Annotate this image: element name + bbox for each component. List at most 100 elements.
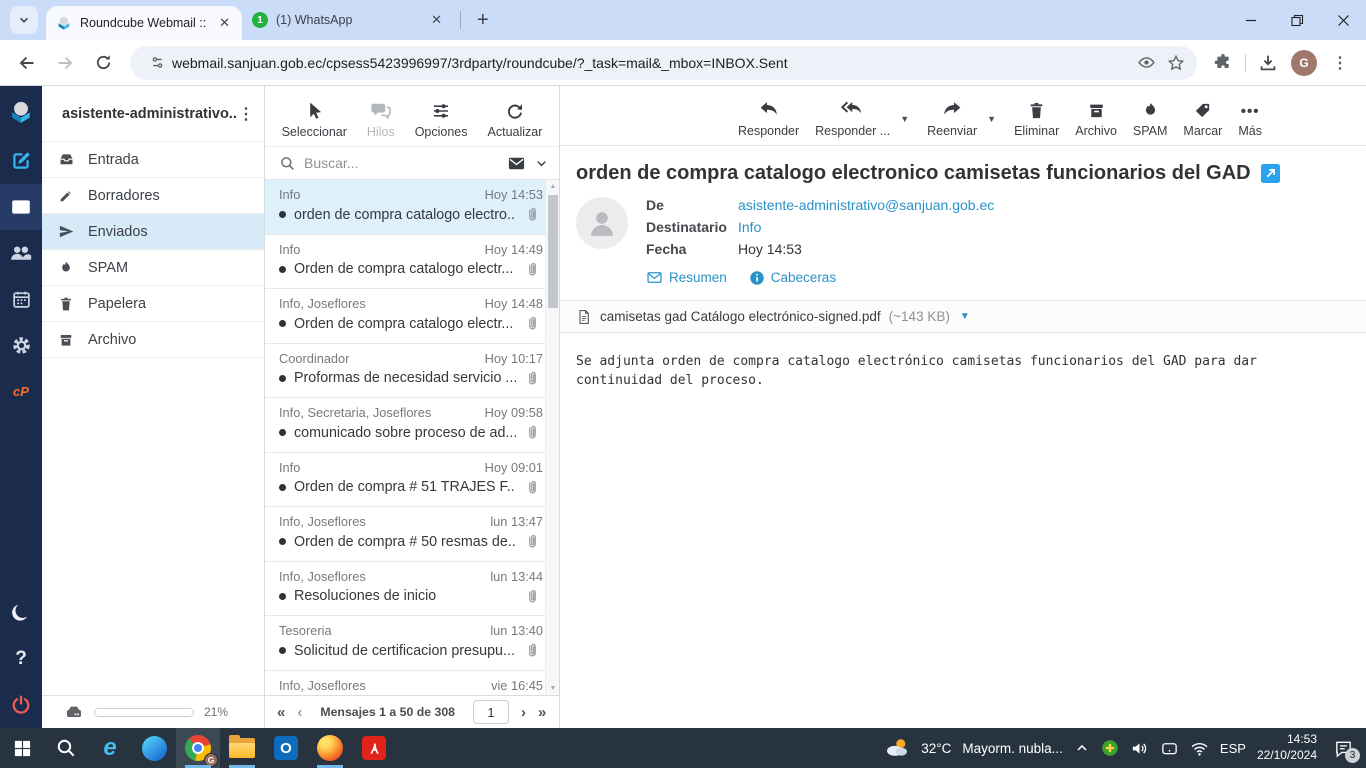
antivirus-icon[interactable]	[1101, 739, 1119, 757]
volume-icon[interactable]	[1130, 739, 1149, 758]
minimize-button[interactable]	[1228, 0, 1274, 40]
downloads-icon[interactable]	[1252, 47, 1284, 79]
threads-button[interactable]: Hilos	[367, 99, 395, 139]
taskbar-search-button[interactable]	[44, 728, 88, 768]
tab-close-icon[interactable]: ✕	[217, 15, 232, 31]
close-button[interactable]	[1320, 0, 1366, 40]
prev-page-button[interactable]: ‹	[297, 705, 302, 720]
site-settings-icon[interactable]	[142, 48, 172, 78]
scrollbar-thumb[interactable]	[548, 195, 558, 308]
mark-button[interactable]: Marcar	[1183, 98, 1222, 138]
acrobat-icon[interactable]	[352, 728, 396, 768]
tab-roundcube[interactable]: Roundcube Webmail :: Enviados ✕	[46, 6, 242, 40]
sidebar-item-papelera[interactable]: Papelera	[42, 286, 264, 322]
refresh-button[interactable]: Actualizar	[488, 99, 542, 139]
action-center-button[interactable]: 3	[1328, 733, 1360, 763]
forward-button[interactable]	[49, 47, 81, 79]
list-scrollbar[interactable]: ▲ ▼	[545, 180, 559, 695]
wifi-icon[interactable]	[1190, 739, 1209, 758]
display-connect-icon[interactable]	[1160, 739, 1179, 758]
more-button[interactable]: ••• Más	[1238, 98, 1262, 138]
weather-icon[interactable]	[884, 735, 910, 761]
message-row[interactable]: Info Hoy 09:01 Orden de compra # 51 TRAJE…	[265, 453, 545, 507]
reply-all-button[interactable]: Responder ...	[815, 98, 890, 138]
sidebar-item-spam[interactable]: SPAM	[42, 250, 264, 286]
url-text[interactable]: webmail.sanjuan.gob.ec/cpsess5423996997/…	[172, 55, 1131, 71]
last-page-button[interactable]: »	[538, 705, 546, 720]
search-scope-envelope-icon[interactable]	[507, 154, 526, 173]
profile-avatar[interactable]: G	[1288, 47, 1320, 79]
file-explorer-icon[interactable]	[220, 728, 264, 768]
edge-icon[interactable]	[132, 728, 176, 768]
sidebar-item-borradores[interactable]: Borradores	[42, 178, 264, 214]
sidebar-item-archivo[interactable]: Archivo	[42, 322, 264, 358]
search-input[interactable]	[304, 155, 499, 171]
message-row[interactable]: Info, Joseflores Hoy 14:48 Orden de compr…	[265, 289, 545, 344]
bookmark-star-icon[interactable]	[1161, 48, 1191, 78]
reply-all-menu-caret[interactable]: ▼	[900, 114, 909, 124]
browser-menu-icon[interactable]: ⋮	[1324, 47, 1356, 79]
internet-explorer-icon[interactable]: e	[88, 728, 132, 768]
archive-button[interactable]: Archivo	[1075, 98, 1117, 138]
account-menu-icon[interactable]: ⋮	[238, 104, 254, 124]
page-number-input[interactable]	[473, 700, 510, 724]
weather-temp[interactable]: 32°C	[921, 741, 951, 756]
reply-button[interactable]: Responder	[738, 98, 799, 138]
next-page-button[interactable]: ›	[521, 705, 526, 720]
firefox-icon[interactable]	[308, 728, 352, 768]
address-bar[interactable]: webmail.sanjuan.gob.ec/cpsess5423996997/…	[130, 45, 1197, 80]
message-row[interactable]: Info, Secretaria, Joseflores Hoy 09:58 co…	[265, 398, 545, 453]
attachment-name[interactable]: camisetas gad Catálogo electrónico-signe…	[600, 309, 881, 324]
options-button[interactable]: Opciones	[415, 99, 468, 139]
taskbar-clock[interactable]: 14:53 22/10/2024	[1257, 732, 1317, 763]
scroll-up-arrow[interactable]: ▲	[546, 183, 559, 190]
select-button[interactable]: Seleccionar	[282, 99, 347, 139]
tab-search-button[interactable]	[10, 6, 38, 34]
sidebar-item-enviados[interactable]: Enviados	[42, 214, 264, 250]
message-row[interactable]: Coordinador Hoy 10:17 Proformas de necesi…	[265, 344, 545, 398]
tab-close-icon[interactable]: ✕	[429, 12, 444, 28]
calendar-nav-button[interactable]	[0, 276, 42, 322]
forward-menu-caret[interactable]: ▼	[987, 114, 996, 124]
to-address[interactable]: Info	[738, 219, 994, 235]
restore-button[interactable]	[1274, 0, 1320, 40]
search-options-chevron-icon[interactable]	[534, 156, 549, 171]
dark-mode-button[interactable]	[0, 590, 42, 636]
chrome-icon[interactable]: G	[176, 728, 220, 768]
spam-button[interactable]: SPAM	[1133, 98, 1167, 138]
start-button[interactable]	[0, 728, 44, 768]
preview-eye-icon[interactable]	[1131, 48, 1161, 78]
extensions-icon[interactable]	[1207, 47, 1239, 79]
scroll-down-arrow[interactable]: ▼	[546, 685, 559, 692]
cpanel-button[interactable]: cP	[0, 368, 42, 414]
settings-nav-button[interactable]	[0, 322, 42, 368]
mail-nav-button[interactable]	[0, 184, 42, 230]
attachment-bar[interactable]: camisetas gad Catálogo electrónico-signe…	[560, 300, 1366, 333]
logout-button[interactable]	[0, 682, 42, 728]
new-tab-button[interactable]: +	[467, 9, 499, 32]
from-address[interactable]: asistente-administrativo@sanjuan.gob.ec	[738, 197, 994, 213]
tray-expand-chevron-icon[interactable]	[1074, 740, 1090, 756]
open-external-icon[interactable]	[1260, 164, 1280, 183]
forward-button[interactable]: Reenviar	[927, 98, 977, 138]
message-row[interactable]: Info, Joseflores lun 13:47 Orden de compr…	[265, 507, 545, 562]
tab-whatsapp[interactable]: 1 (1) WhatsApp ✕	[242, 3, 454, 37]
reload-button[interactable]	[87, 47, 119, 79]
message-row[interactable]: Info Hoy 14:49 Orden de compra catalogo e…	[265, 235, 545, 289]
outlook-icon[interactable]: O	[264, 728, 308, 768]
message-row[interactable]: Tesoreria lun 13:40 Solicitud de certific…	[265, 616, 545, 671]
summary-link[interactable]: Resumen	[646, 269, 727, 286]
message-row[interactable]: Info Hoy 14:53 orden de compra catalogo e…	[265, 180, 545, 235]
delete-button[interactable]: Eliminar	[1014, 98, 1059, 138]
contacts-nav-button[interactable]	[0, 230, 42, 276]
message-row[interactable]: Info, Joseflores lun 13:44 Resoluciones d…	[265, 562, 545, 616]
sidebar-item-entrada[interactable]: Entrada	[42, 142, 264, 178]
back-button[interactable]	[11, 47, 43, 79]
first-page-button[interactable]: «	[277, 705, 285, 720]
headers-link[interactable]: Cabeceras	[749, 269, 836, 286]
help-button[interactable]: ?	[0, 636, 42, 682]
compose-button[interactable]	[0, 138, 42, 184]
weather-condition[interactable]: Mayorm. nubla...	[962, 741, 1063, 756]
language-indicator[interactable]: ESP	[1220, 741, 1246, 756]
attachment-menu-caret[interactable]: ▼	[960, 311, 970, 322]
